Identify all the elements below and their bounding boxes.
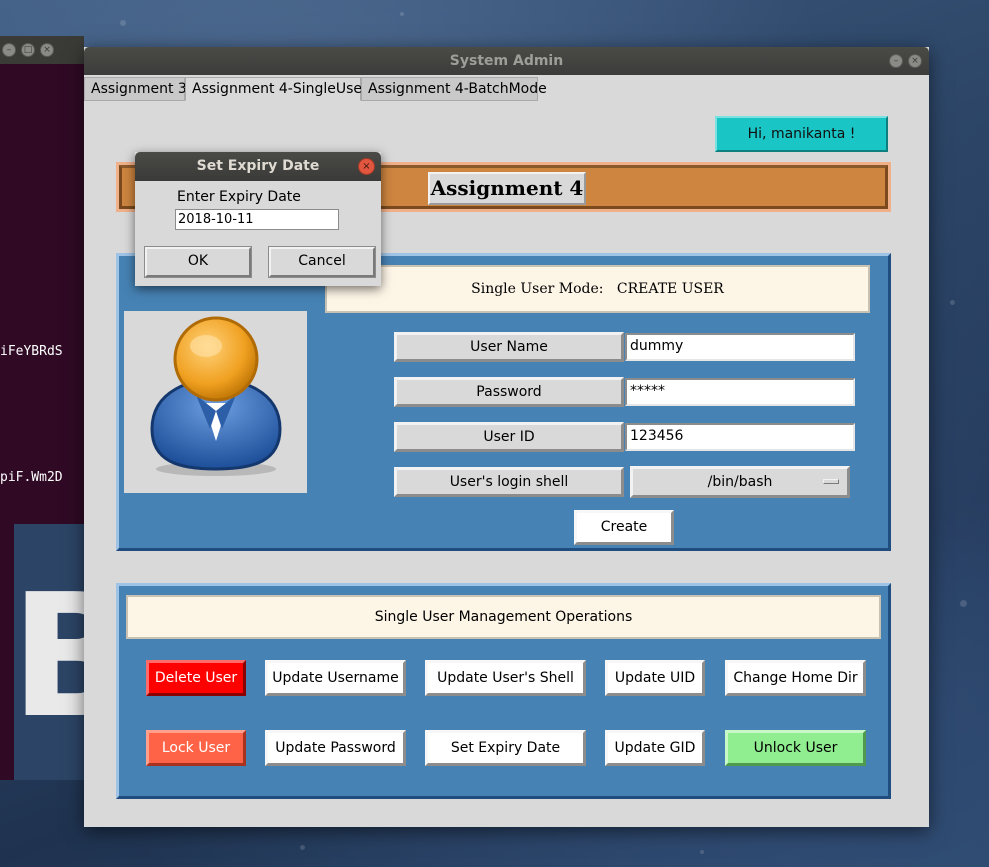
dialog-title: Set Expiry Date xyxy=(196,158,320,174)
dialog-close-icon[interactable]: × xyxy=(358,158,375,175)
dropdown-indicator-icon xyxy=(823,479,839,484)
tab-assignment-3[interactable]: Assignment 3 xyxy=(84,77,187,101)
terminal-titlebar[interactable]: – □ × xyxy=(0,36,84,64)
terminal-text-line: piF.Wm2D xyxy=(0,470,63,485)
greeting-button[interactable]: Hi, manikanta ! xyxy=(715,116,888,152)
userid-label: User ID xyxy=(394,422,624,452)
userid-input[interactable]: 123456 xyxy=(625,423,855,451)
ok-button[interactable]: OK xyxy=(144,246,252,278)
login-shell-value: /bin/bash xyxy=(707,474,773,490)
wallpaper-speck xyxy=(950,300,955,305)
terminal-minimize-icon[interactable]: – xyxy=(2,43,16,57)
set-expiry-date-button[interactable]: Set Expiry Date xyxy=(425,730,586,766)
terminal-text-line: iFeYBRdS xyxy=(0,344,63,359)
username-input[interactable]: dummy xyxy=(625,333,855,361)
login-shell-dropdown[interactable]: /bin/bash xyxy=(630,466,850,498)
wallpaper-speck xyxy=(300,845,305,850)
create-button[interactable]: Create xyxy=(574,510,674,545)
update-username-button[interactable]: Update Username xyxy=(265,660,406,696)
terminal-close-icon[interactable]: × xyxy=(40,43,54,57)
update-password-button[interactable]: Update Password xyxy=(265,730,406,766)
window-titlebar[interactable]: System Admin – × xyxy=(84,47,929,75)
update-uid-button[interactable]: Update UID xyxy=(605,660,705,696)
management-panel: Single User Management Operations Delete… xyxy=(116,583,891,799)
cancel-button[interactable]: Cancel xyxy=(268,246,376,278)
create-user-panel: Single User Mode: CREATE USER User Name … xyxy=(116,253,891,551)
password-input[interactable]: ***** xyxy=(625,378,855,406)
lock-user-button[interactable]: Lock User xyxy=(146,730,246,766)
expiry-date-prompt: Enter Expiry Date xyxy=(177,189,301,205)
wallpaper-speck xyxy=(400,12,404,16)
tab-assignment-4-batchmode[interactable]: Assignment 4-BatchMode xyxy=(361,77,547,101)
close-icon[interactable]: × xyxy=(908,54,922,68)
wallpaper-speck xyxy=(120,20,126,26)
wallpaper-speck xyxy=(960,600,967,607)
management-title: Single User Management Operations xyxy=(126,595,881,639)
set-expiry-date-dialog[interactable]: Set Expiry Date × Enter Expiry Date 2018… xyxy=(135,152,381,286)
unlock-user-button[interactable]: Unlock User xyxy=(725,730,866,766)
mode-label: Single User Mode: CREATE USER xyxy=(325,265,870,313)
user-avatar-icon xyxy=(124,311,307,493)
dialog-titlebar[interactable]: Set Expiry Date × xyxy=(135,152,381,181)
password-label: Password xyxy=(394,377,624,407)
username-label: User Name xyxy=(394,332,624,362)
expiry-date-input[interactable]: 2018-10-11 xyxy=(175,209,339,230)
assignment-title: Assignment 4 xyxy=(428,172,586,205)
update-gid-button[interactable]: Update GID xyxy=(605,730,705,766)
login-shell-label: User's login shell xyxy=(394,467,624,497)
terminal-maximize-icon[interactable]: □ xyxy=(21,43,35,57)
delete-user-button[interactable]: Delete User xyxy=(146,660,246,696)
wallpaper-speck xyxy=(700,850,704,854)
minimize-icon[interactable]: – xyxy=(889,54,903,68)
update-users-shell-button[interactable]: Update User's Shell xyxy=(425,660,586,696)
change-home-dir-button[interactable]: Change Home Dir xyxy=(725,660,866,696)
window-title: System Admin xyxy=(449,53,564,69)
tab-assignment-4-singleuser[interactable]: Assignment 4-SingleUser xyxy=(185,77,368,101)
tab-bar: Assignment 3 Assignment 4-SingleUser Ass… xyxy=(84,77,929,101)
